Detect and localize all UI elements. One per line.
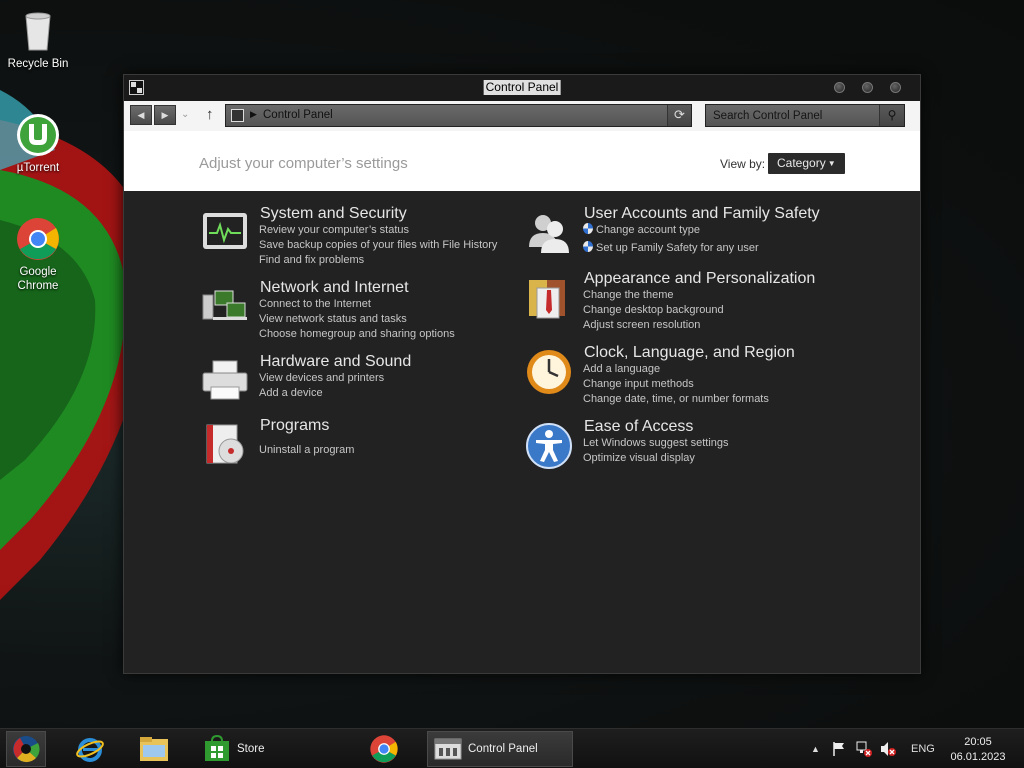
desktop-icon-label: Google Chrome xyxy=(17,266,59,292)
view-by-label: View by: xyxy=(720,157,766,171)
chrome-icon xyxy=(17,218,59,260)
taskbar-internet-explorer[interactable] xyxy=(70,731,110,767)
taskbar-control-panel[interactable]: Control Panel xyxy=(427,731,573,767)
category-link[interactable]: Connect to the Internet xyxy=(259,297,455,312)
taskbar-label: Control Panel xyxy=(468,743,538,755)
category-link[interactable]: Find and fix problems xyxy=(259,253,497,268)
title-bar[interactable]: Control Panel xyxy=(124,75,920,101)
category-link[interactable]: Save backup copies of your files with Fi… xyxy=(259,238,497,253)
start-icon xyxy=(13,736,40,763)
desktop-icon-recycle-bin[interactable]: Recycle Bin xyxy=(2,8,74,71)
search-input[interactable] xyxy=(706,105,880,126)
category-title[interactable]: Programs xyxy=(260,417,329,435)
navigation-bar: ◀ ▶ ⌄ ↑ ▶ Control Panel ⟳ ⚲ xyxy=(124,101,920,131)
input-language-indicator[interactable]: ENG xyxy=(911,729,935,768)
start-button[interactable] xyxy=(6,731,46,767)
taskbar-label: Store xyxy=(237,743,265,755)
desktop-icon-chrome[interactable]: Google Chrome xyxy=(2,216,74,293)
system-clock[interactable]: 20:05 06.01.2023 xyxy=(946,735,1010,765)
search-box: ⚲ xyxy=(705,104,905,127)
category-link[interactable]: Uninstall a program xyxy=(259,443,354,458)
recycle-bin-icon xyxy=(25,12,51,51)
taskbar-chrome[interactable] xyxy=(364,731,404,767)
taskbar-file-explorer[interactable] xyxy=(134,731,174,767)
taskbar-store[interactable]: Store xyxy=(197,731,343,767)
category-link[interactable]: Choose homegroup and sharing options xyxy=(259,327,455,342)
chevron-down-icon: ▼ xyxy=(827,159,836,168)
clock-icon xyxy=(527,350,571,394)
control-panel-icon xyxy=(129,80,144,95)
view-by-value: Category xyxy=(777,156,826,170)
taskbar: Store Control Panel ▲ ENG 20:05 06.01.20… xyxy=(0,728,1024,768)
category-link[interactable]: Let Windows suggest settings xyxy=(583,436,729,451)
category-link[interactable]: Change account type xyxy=(583,223,759,238)
category-link[interactable]: Set up Family Safety for any user xyxy=(583,241,759,256)
volume-muted-icon[interactable] xyxy=(880,741,896,757)
clock-time: 20:05 xyxy=(964,736,992,748)
category-link[interactable]: Adjust screen resolution xyxy=(583,318,724,333)
desktop-icon-utorrent[interactable]: µTorrent xyxy=(2,112,74,175)
close-button[interactable] xyxy=(890,82,901,93)
address-bar[interactable]: ▶ Control Panel ⟳ xyxy=(225,104,692,127)
accessibility-icon xyxy=(526,423,572,469)
category-link[interactable]: Add a language xyxy=(583,362,769,377)
category-title[interactable]: Hardware and Sound xyxy=(260,353,411,371)
category-title[interactable]: Ease of Access xyxy=(584,418,693,436)
category-link[interactable]: Change date, time, or number formats xyxy=(583,392,769,407)
network-status-icon[interactable] xyxy=(856,741,872,757)
category-link[interactable]: Change the theme xyxy=(583,288,724,303)
control-panel-icon xyxy=(231,109,244,122)
minimize-button[interactable] xyxy=(834,82,845,93)
utorrent-icon xyxy=(17,114,59,156)
shield-icon xyxy=(583,223,593,234)
category-title[interactable]: System and Security xyxy=(260,205,407,223)
window-title: Control Panel xyxy=(483,80,561,95)
category-link[interactable]: Review your computer’s status xyxy=(259,223,497,238)
store-icon xyxy=(205,735,229,761)
category-link[interactable]: Add a device xyxy=(259,386,384,401)
control-panel-window: Control Panel ◀ ▶ ⌄ ↑ ▶ Control Panel ⟳ … xyxy=(123,74,921,674)
header-band: Adjust your computer’s settings View by:… xyxy=(124,131,920,191)
system-security-icon xyxy=(203,213,247,249)
category-title[interactable]: Appearance and Personalization xyxy=(584,270,815,288)
action-center-flag-icon[interactable] xyxy=(832,741,846,757)
category-link[interactable]: Optimize visual display xyxy=(583,451,729,466)
category-link[interactable]: View network status and tasks xyxy=(259,312,455,327)
category-title[interactable]: User Accounts and Family Safety xyxy=(584,205,820,223)
users-icon xyxy=(529,215,569,253)
refresh-button[interactable]: ⟳ xyxy=(667,105,691,126)
clock-date: 06.01.2023 xyxy=(950,751,1006,763)
category-link[interactable]: Change input methods xyxy=(583,377,769,392)
maximize-button[interactable] xyxy=(862,82,873,93)
recent-locations-dropdown[interactable]: ⌄ xyxy=(181,109,189,120)
category-title[interactable]: Clock, Language, and Region xyxy=(584,344,795,362)
page-heading: Adjust your computer’s settings xyxy=(199,155,408,172)
control-panel-icon xyxy=(434,738,462,760)
desktop-icon-label: Recycle Bin xyxy=(7,58,69,70)
desktop-icon-label: µTorrent xyxy=(16,162,60,174)
printer-icon xyxy=(202,360,248,400)
forward-button[interactable]: ▶ xyxy=(154,105,176,125)
show-hidden-icons-button[interactable]: ▲ xyxy=(811,729,820,768)
category-link[interactable]: View devices and printers xyxy=(259,371,384,386)
internet-explorer-icon xyxy=(76,738,104,762)
search-icon[interactable]: ⚲ xyxy=(879,105,904,126)
appearance-icon xyxy=(529,280,565,319)
view-by-dropdown[interactable]: Category ▼ xyxy=(768,153,845,174)
address-path[interactable]: Control Panel xyxy=(263,109,333,121)
shield-icon xyxy=(583,241,593,252)
chevron-right-icon[interactable]: ▶ xyxy=(250,109,257,120)
file-explorer-icon xyxy=(140,737,168,761)
category-link[interactable]: Change desktop background xyxy=(583,303,724,318)
programs-icon xyxy=(206,424,244,464)
chrome-icon xyxy=(370,735,398,763)
network-icon xyxy=(202,290,247,320)
back-button[interactable]: ◀ xyxy=(130,105,152,125)
up-arrow-icon[interactable]: ↑ xyxy=(206,106,214,123)
category-title[interactable]: Network and Internet xyxy=(260,279,409,297)
